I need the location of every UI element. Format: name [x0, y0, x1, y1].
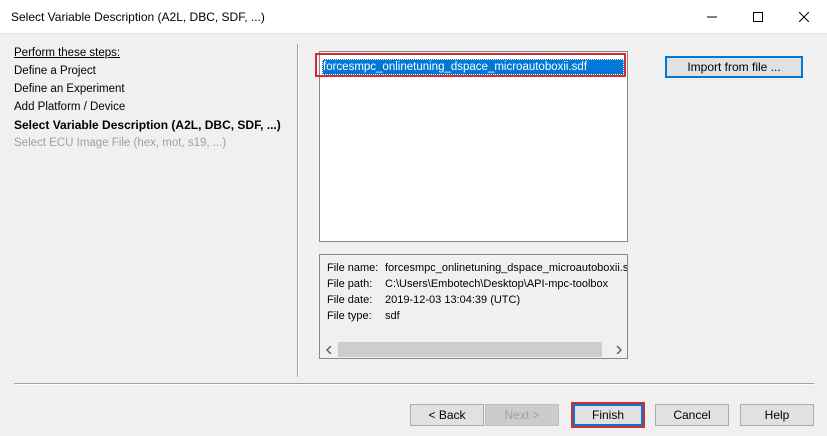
file-path-value: C:\Users\Embotech\Desktop\API-mpc-toolbo… [385, 278, 609, 290]
help-button[interactable]: Help [740, 404, 814, 426]
step-select-ecu-image: Select ECU Image File (hex, mot, s19, ..… [14, 137, 227, 149]
step-define-project: Define a Project [14, 65, 96, 77]
horizontal-divider [14, 383, 814, 385]
step-select-variable-description: Select Variable Description (A2L, DBC, S… [14, 118, 281, 132]
close-icon [799, 12, 809, 22]
file-date-value: 2019-12-03 13:04:39 (UTC) [385, 294, 521, 306]
maximize-icon [753, 12, 763, 22]
scroll-left-button[interactable] [320, 341, 337, 358]
horizontal-scrollbar[interactable] [320, 341, 627, 358]
step-define-experiment: Define an Experiment [14, 83, 125, 95]
chevron-left-icon [325, 345, 332, 354]
file-list[interactable]: forcesmpc_onlinetuning_dspace_microautob… [319, 51, 628, 242]
file-path-row: File path: C:\Users\Embotech\Desktop\API-… [327, 276, 608, 292]
import-from-file-button[interactable]: Import from file ... [665, 56, 803, 78]
scroll-right-button[interactable] [610, 341, 627, 358]
scrollbar-thumb[interactable] [338, 342, 602, 357]
file-name-row: File name: forcesmpc_onlinetuning_dspace_… [327, 260, 628, 276]
cancel-button[interactable]: Cancel [655, 404, 729, 426]
minimize-button[interactable] [689, 0, 735, 34]
window-title: Select Variable Description (A2L, DBC, S… [11, 10, 265, 24]
step-add-platform: Add Platform / Device [14, 101, 126, 113]
file-type-value: sdf [385, 310, 400, 322]
chevron-right-icon [615, 345, 622, 354]
title-bar: Select Variable Description (A2L, DBC, S… [0, 0, 827, 34]
file-name-value: forcesmpc_onlinetuning_dspace_microautob… [385, 262, 628, 274]
steps-header: Perform these steps: [14, 47, 121, 59]
file-type-label: File type: [327, 310, 372, 322]
next-button[interactable]: Next > [485, 404, 559, 426]
file-info-panel: File name: forcesmpc_onlinetuning_dspace_… [319, 254, 628, 359]
file-type-row: File type: sdf [327, 308, 400, 324]
file-name-label: File name: [327, 262, 379, 274]
finish-highlight-box [571, 402, 645, 428]
minimize-icon [707, 16, 717, 18]
file-date-row: File date: 2019-12-03 13:04:39 (UTC) [327, 292, 520, 308]
file-path-label: File path: [327, 278, 373, 290]
steps-panel: Perform these steps: Define a Project De… [14, 44, 294, 152]
maximize-button[interactable] [735, 0, 781, 34]
file-date-label: File date: [327, 294, 373, 306]
vertical-divider [297, 44, 299, 377]
close-button[interactable] [781, 0, 827, 34]
back-button[interactable]: < Back [410, 404, 484, 426]
file-highlight-box [315, 53, 626, 77]
